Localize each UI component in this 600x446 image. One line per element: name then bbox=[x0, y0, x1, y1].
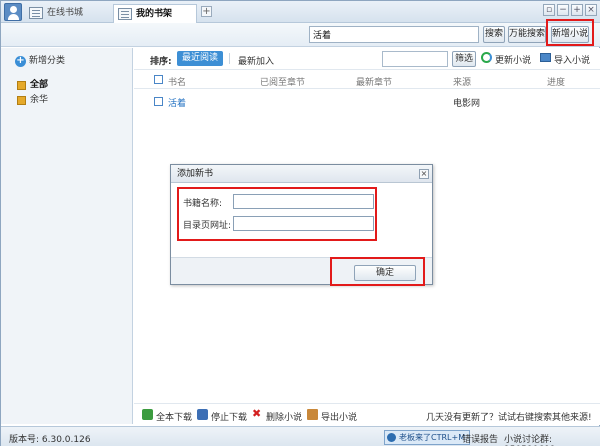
row-checkbox[interactable] bbox=[154, 97, 163, 106]
sort-recent-button[interactable]: 最近阅读 bbox=[177, 51, 223, 66]
user-icon[interactable] bbox=[4, 3, 22, 21]
sidebar-item-all[interactable]: 全部 bbox=[17, 80, 48, 91]
import-icon bbox=[540, 53, 551, 62]
select-all-checkbox[interactable] bbox=[154, 75, 163, 84]
filter-button[interactable]: 筛选 bbox=[452, 51, 476, 67]
tab-online-store[interactable]: 在线书城 bbox=[25, 4, 109, 23]
folder-icon bbox=[17, 81, 26, 90]
highlight-add-novel bbox=[546, 19, 594, 46]
table-header: 书名 已阅至章节 最新章节 来源 进度 bbox=[134, 71, 600, 89]
book-title[interactable]: 活着 bbox=[168, 96, 186, 109]
search-input[interactable] bbox=[309, 26, 479, 43]
delete-icon: ✖ bbox=[252, 407, 262, 420]
runner-icon bbox=[387, 433, 396, 442]
highlight-dialog-fields bbox=[177, 187, 377, 241]
folder-icon bbox=[17, 96, 26, 105]
sidebar: + 新增分类 全部 余华 bbox=[1, 48, 133, 424]
table-row[interactable]: 活着 电影网 bbox=[134, 94, 600, 110]
restore-icon[interactable]: ▫ bbox=[543, 4, 555, 16]
update-label: 更新小说 bbox=[495, 56, 532, 66]
tab-bar: 在线书城 我的书架 + ▫ − + × bbox=[1, 1, 600, 23]
search-button[interactable]: 搜索 bbox=[483, 26, 505, 43]
sort-added-button[interactable]: 最新加入 bbox=[238, 54, 274, 67]
power-search-button[interactable]: 万能搜索 bbox=[508, 26, 546, 43]
action-label: 全本下载 bbox=[156, 413, 193, 423]
export-novel-button[interactable]: 导出小说 bbox=[307, 409, 358, 423]
boss-key-label: 老板来了CTRL+M bbox=[399, 433, 466, 442]
export-icon bbox=[307, 409, 318, 420]
stop-icon bbox=[197, 409, 208, 420]
add-category-button[interactable]: + 新增分类 bbox=[15, 56, 65, 67]
import-novels-button[interactable]: 导入小说 bbox=[540, 53, 590, 66]
sort-bar: 排序: 最近阅读 最新加入 筛选 更新小说 导入小说 bbox=[134, 48, 600, 70]
boss-key-button[interactable]: 老板来了CTRL+M bbox=[384, 430, 471, 445]
book-icon bbox=[29, 7, 43, 19]
close-icon[interactable]: × bbox=[585, 4, 597, 16]
bookshelf-icon bbox=[118, 8, 132, 20]
stop-download-button[interactable]: 停止下载 bbox=[197, 409, 248, 423]
sort-label: 排序: bbox=[150, 57, 172, 67]
sidebar-item-label: 余华 bbox=[30, 95, 49, 105]
delete-novel-button[interactable]: ✖ 删除小说 bbox=[252, 407, 303, 423]
update-hint: 几天没有更新了？试试右键搜索其他来源! bbox=[426, 413, 592, 423]
action-label: 导出小说 bbox=[321, 413, 358, 423]
refresh-icon bbox=[481, 52, 492, 63]
app-window: 在线书城 我的书架 + ▫ − + × 搜索 万能搜索 新增小说 + 新增分类 … bbox=[0, 0, 600, 446]
action-label: 停止下载 bbox=[211, 413, 248, 423]
window-controls: ▫ − + × bbox=[543, 4, 597, 16]
minimize-icon[interactable]: − bbox=[557, 4, 569, 16]
column-title: 书名 bbox=[168, 78, 187, 88]
column-progress: 进度 bbox=[547, 78, 566, 88]
add-tab-button[interactable]: + bbox=[201, 6, 212, 17]
maximize-icon[interactable]: + bbox=[571, 4, 583, 16]
divider bbox=[229, 53, 230, 64]
filter-input[interactable] bbox=[382, 51, 448, 67]
tab-my-bookshelf[interactable]: 我的书架 bbox=[113, 4, 197, 23]
highlight-ok-button bbox=[330, 257, 425, 286]
version-text: 版本号: 6.30.0.126 bbox=[9, 435, 91, 445]
add-category-label: 新增分类 bbox=[29, 56, 66, 66]
download-icon bbox=[142, 409, 153, 420]
dialog-title: 添加新书 bbox=[177, 169, 214, 179]
sidebar-item-label: 全部 bbox=[30, 80, 49, 90]
book-source: 电影网 bbox=[453, 99, 481, 109]
column-source: 来源 bbox=[453, 78, 472, 88]
import-label: 导入小说 bbox=[554, 56, 591, 66]
tab-label: 在线书城 bbox=[47, 8, 84, 18]
column-read-to: 已阅至章节 bbox=[260, 78, 306, 88]
column-latest: 最新章节 bbox=[356, 78, 393, 88]
close-icon[interactable]: × bbox=[419, 169, 429, 179]
plus-icon: + bbox=[15, 55, 26, 67]
status-bar: 版本号: 6.30.0.126 老板来了CTRL+M 错误报告 小说讨论群: 1… bbox=[1, 426, 600, 446]
action-bar: 全本下载 停止下载 ✖ 删除小说 导出小说 几天没有更新了？试试右键搜索其他来源… bbox=[134, 403, 600, 425]
sidebar-item-yuhua[interactable]: 余华 bbox=[17, 95, 48, 106]
qq-group-text: 小说讨论群: 150590699 bbox=[504, 435, 556, 446]
search-toolbar: 搜索 万能搜索 新增小说 bbox=[1, 23, 600, 47]
tab-label: 我的书架 bbox=[136, 9, 173, 19]
update-novels-button[interactable]: 更新小说 bbox=[481, 52, 532, 66]
download-all-button[interactable]: 全本下载 bbox=[142, 409, 193, 423]
action-label: 删除小说 bbox=[266, 413, 303, 423]
error-report-link[interactable]: 错误报告 bbox=[462, 432, 498, 445]
dialog-title-bar[interactable]: 添加新书 × bbox=[171, 165, 432, 183]
